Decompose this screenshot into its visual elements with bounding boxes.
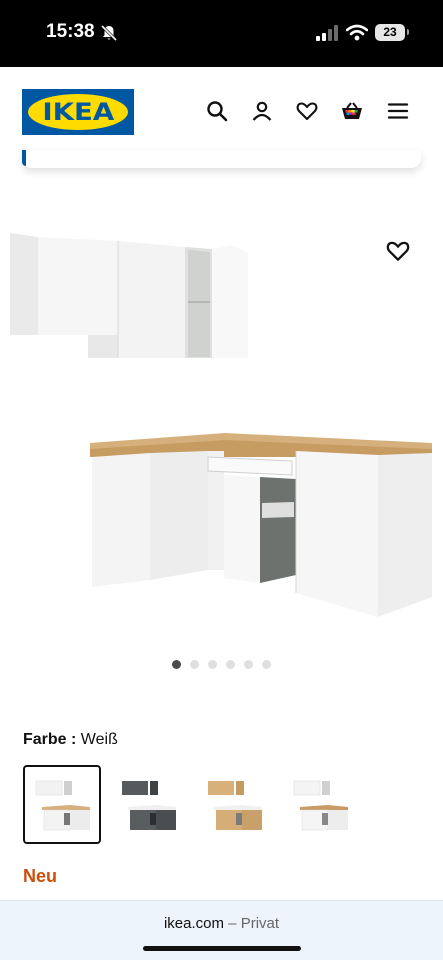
base-cabinets bbox=[90, 433, 432, 617]
variant-white-oak[interactable] bbox=[23, 765, 101, 844]
variant-thumbnail bbox=[122, 780, 176, 830]
add-to-favorites-icon[interactable] bbox=[385, 238, 411, 264]
new-badge: Neu bbox=[23, 866, 58, 886]
gallery-dot[interactable] bbox=[172, 660, 181, 669]
variant-oak[interactable] bbox=[195, 765, 273, 844]
wall-cabinets bbox=[10, 233, 248, 358]
variant-thumbnail bbox=[293, 780, 348, 830]
ikea-logo[interactable]: IKEA bbox=[22, 89, 134, 135]
wifi-icon bbox=[346, 24, 368, 41]
browser-address-bar[interactable]: ikea.com – Privat bbox=[0, 900, 443, 960]
url-display[interactable]: ikea.com – Privat bbox=[0, 915, 443, 932]
account-icon[interactable] bbox=[250, 99, 274, 123]
home-indicator[interactable] bbox=[143, 946, 301, 951]
gallery-dot[interactable] bbox=[262, 660, 271, 669]
status-time: 15:38 bbox=[46, 21, 95, 42]
bell-slash-icon bbox=[100, 24, 118, 42]
gallery-pagination bbox=[172, 660, 271, 669]
logo-text: IKEA bbox=[42, 98, 114, 126]
menu-icon[interactable] bbox=[386, 99, 410, 123]
variant-dark-grey[interactable] bbox=[109, 765, 187, 844]
gallery-dot[interactable] bbox=[226, 660, 235, 669]
variant-thumbnail bbox=[208, 780, 262, 830]
gallery-dot[interactable] bbox=[208, 660, 217, 669]
site-header: IKEA bbox=[0, 67, 443, 157]
variant-white[interactable] bbox=[281, 765, 359, 844]
search-icon[interactable] bbox=[205, 99, 229, 123]
url-domain: ikea.com bbox=[163, 915, 224, 932]
color-selector-label: Farbe : Weiß bbox=[23, 731, 118, 749]
status-bar: 15:38 23 bbox=[0, 0, 443, 67]
gallery-dot[interactable] bbox=[190, 660, 199, 669]
private-mode-label: Privat bbox=[240, 915, 280, 932]
color-label-key: Farbe : bbox=[23, 731, 77, 748]
color-variants bbox=[23, 765, 359, 844]
product-image[interactable] bbox=[0, 225, 443, 645]
battery-indicator: 23 bbox=[375, 24, 409, 41]
sticky-bar bbox=[22, 150, 421, 168]
logo-oval: IKEA bbox=[28, 94, 128, 130]
gallery-dot[interactable] bbox=[244, 660, 253, 669]
wishlist-icon[interactable] bbox=[295, 99, 319, 123]
sticky-bar-accent bbox=[22, 150, 26, 166]
signal-icon bbox=[316, 25, 338, 41]
url-separator: – bbox=[224, 915, 241, 932]
color-label-value: Weiß bbox=[80, 731, 118, 748]
cart-icon[interactable] bbox=[340, 99, 364, 123]
variant-thumbnail bbox=[35, 780, 90, 830]
